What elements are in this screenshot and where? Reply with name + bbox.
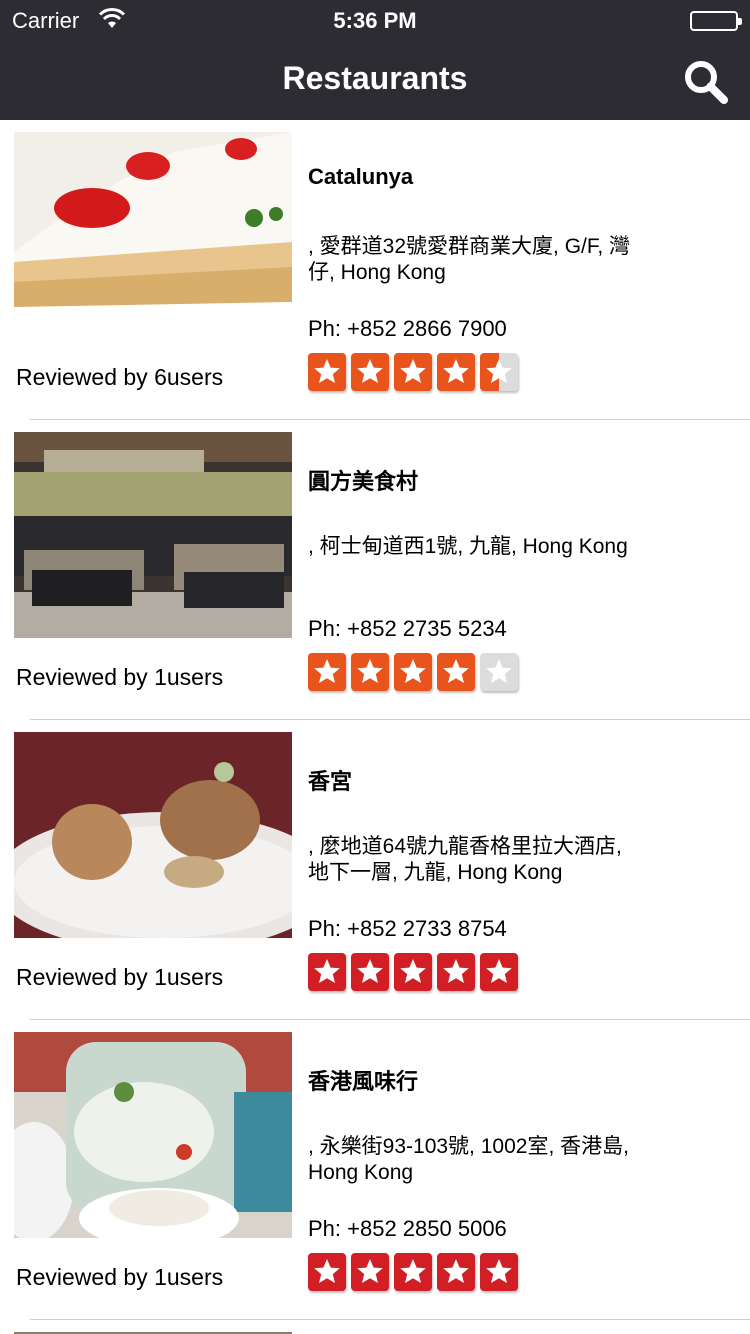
restaurant-name: 香宮	[308, 769, 353, 794]
restaurant-row[interactable]: Reviewed by 1users 香宮 , 麼地道64號九龍香格里拉大酒店,…	[0, 720, 750, 1020]
rating-star-icon	[437, 653, 475, 691]
rating-star-icon	[394, 353, 432, 391]
rating-star-icon	[351, 653, 389, 691]
rating-stars	[308, 953, 518, 991]
status-time: 5:36 PM	[333, 8, 417, 33]
restaurant-photo	[14, 432, 292, 638]
rating-stars	[308, 353, 518, 391]
status-bar: Carrier 5:36 PM	[0, 0, 750, 40]
rating-star-icon	[437, 353, 475, 391]
restaurant-address: , 永樂街93-103號, 1002室, 香港島, Hong Kong	[308, 1135, 629, 1184]
review-count: Reviewed by 6users	[16, 364, 224, 390]
row-divider	[30, 1319, 750, 1320]
restaurant-photo	[14, 132, 292, 338]
rating-star-icon	[308, 1253, 346, 1291]
rating-star-icon	[480, 953, 518, 991]
restaurant-photo	[14, 1032, 292, 1238]
restaurant-name: Catalunya	[308, 164, 414, 189]
rating-star-icon	[308, 353, 346, 391]
rating-star-icon	[394, 1253, 432, 1291]
restaurant-name: 圓方美食村	[308, 469, 419, 494]
navigation-bar: Carrier 5:36 PM Restaurants	[0, 0, 750, 120]
battery-icon	[690, 11, 742, 31]
rating-star-icon	[351, 953, 389, 991]
rating-stars	[308, 653, 518, 691]
rating-star-icon	[480, 1253, 518, 1291]
rating-star-icon	[308, 953, 346, 991]
rating-stars	[308, 1253, 518, 1291]
restaurant-row[interactable]: Reviewed by 1users 香港風味行 , 永樂街93-103號, 1…	[0, 1020, 750, 1320]
restaurant-row[interactable]: Reviewed by 6users Catalunya , 愛群道32號愛群商…	[0, 120, 750, 420]
rating-star-icon	[394, 953, 432, 991]
rating-star-icon	[351, 353, 389, 391]
rating-star-icon	[351, 1253, 389, 1291]
review-count: Reviewed by 1users	[16, 964, 224, 990]
restaurant-address: , 愛群道32號愛群商業大廈, G/F, 灣仔, Hong Kong	[308, 235, 631, 284]
rating-star-icon	[480, 653, 518, 691]
restaurant-phone[interactable]: Ph: +852 2850 5006	[308, 1216, 507, 1242]
restaurant-phone[interactable]: Ph: +852 2733 8754	[308, 916, 507, 942]
restaurant-address: , 柯士甸道西1號, 九龍, Hong Kong	[308, 535, 628, 558]
review-count: Reviewed by 1users	[16, 664, 224, 690]
restaurant-list: Reviewed by 6users Catalunya , 愛群道32號愛群商…	[0, 120, 750, 1320]
rating-star-icon	[480, 353, 518, 391]
search-button[interactable]	[682, 58, 730, 106]
rating-star-icon	[394, 653, 432, 691]
rating-star-icon	[308, 653, 346, 691]
restaurant-phone[interactable]: Ph: +852 2866 7900	[308, 316, 507, 342]
restaurant-row[interactable]: Reviewed by 1users 圓方美食村 , 柯士甸道西1號, 九龍, …	[0, 420, 750, 720]
restaurant-phone[interactable]: Ph: +852 2735 5234	[308, 616, 507, 642]
restaurant-address: , 麼地道64號九龍香格里拉大酒店, 地下一層, 九龍, Hong Kong	[308, 835, 622, 884]
review-count: Reviewed by 1users	[16, 1264, 224, 1290]
search-icon	[682, 61, 730, 110]
restaurant-name: 香港風味行	[308, 1069, 419, 1094]
restaurant-photo	[14, 732, 292, 938]
page-title: Restaurants	[282, 60, 468, 96]
rating-star-icon	[437, 1253, 475, 1291]
rating-star-icon	[437, 953, 475, 991]
